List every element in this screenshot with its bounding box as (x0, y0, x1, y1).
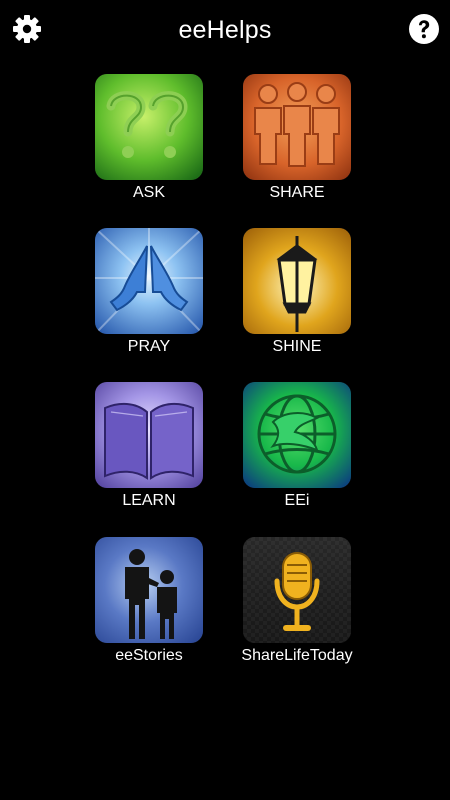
tile-label: ShareLifeToday (241, 647, 353, 664)
top-bar: eeHelps (0, 0, 450, 64)
tile-learn[interactable]: LEARN (95, 382, 203, 510)
tile-sharelifetoday[interactable]: ShareLifeToday (241, 537, 353, 665)
tile-label: ASK (132, 184, 165, 201)
tile-label: SHARE (269, 184, 325, 201)
tile-ask[interactable]: ASK (95, 74, 203, 202)
tile-eei[interactable]: EEi (243, 382, 351, 510)
praying-hands-icon (95, 228, 203, 334)
open-book-icon (95, 382, 203, 488)
lantern-icon (243, 228, 351, 334)
tile-eestories[interactable]: eeStories (95, 537, 203, 665)
tile-label: eeStories (115, 647, 183, 664)
tile-label: SHINE (272, 338, 322, 355)
help-question-icon[interactable] (408, 13, 440, 45)
tile-share[interactable]: SHARE (243, 74, 351, 202)
tile-label: PRAY (127, 338, 171, 355)
tile-shine[interactable]: SHINE (243, 228, 351, 356)
question-marks-icon (95, 74, 203, 180)
app-title: eeHelps (178, 16, 272, 44)
microphone-icon (243, 537, 351, 643)
tile-label: LEARN (122, 492, 176, 509)
tile-label: EEi (284, 492, 310, 509)
parent-child-icon (95, 537, 203, 643)
people-icon (243, 74, 351, 180)
globe-icon (243, 382, 351, 488)
tile-pray[interactable]: PRAY (95, 228, 203, 356)
